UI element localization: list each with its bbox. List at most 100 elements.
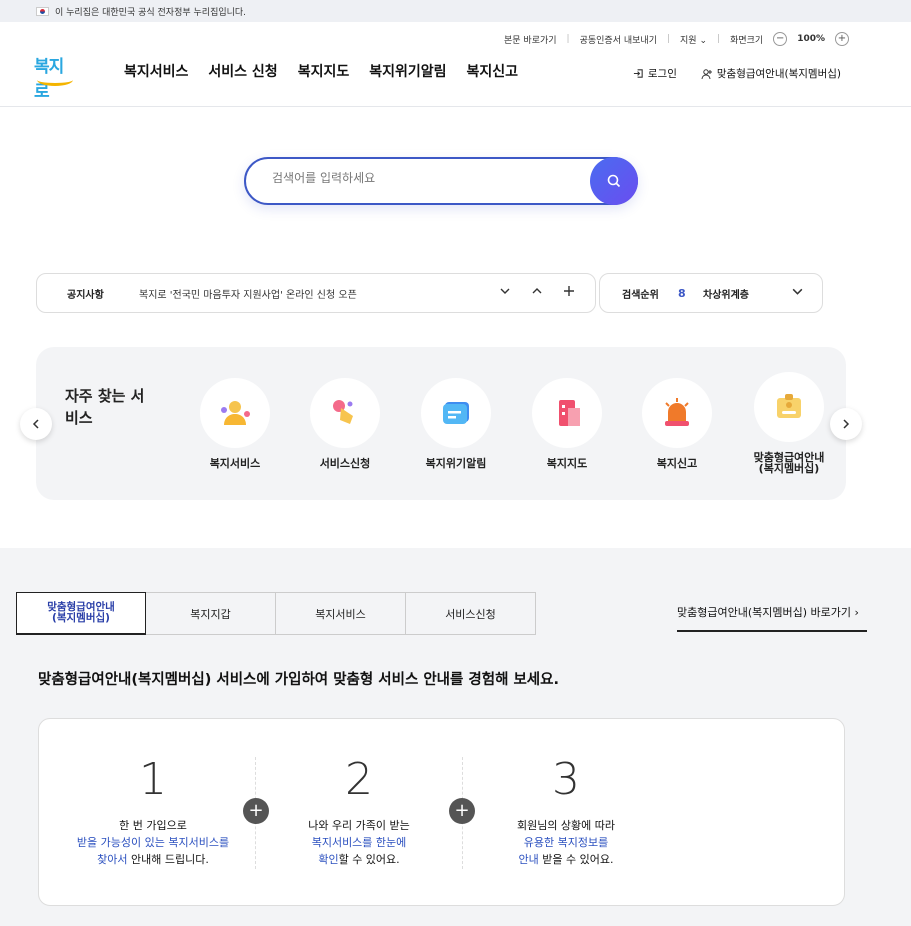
divider: | (666, 34, 671, 44)
membership-label: 맞춤형급여안내(복지멤버십) (716, 68, 841, 80)
tab-wallet[interactable]: 복지지갑 (146, 592, 276, 635)
service-item-apply[interactable]: 서비스신청 (295, 378, 395, 469)
nav-welfare-services[interactable]: 복지서비스 (124, 61, 188, 81)
step-1: 1 한 번 가입으로 받을 가능성이 있는 복지서비스를 찾아서 안내해 드립니… (53, 755, 253, 868)
step-highlight: 찾아서 (97, 853, 128, 866)
service-item-crisis-alert[interactable]: 복지위기알림 (406, 378, 506, 469)
step-line1: 나와 우리 가족이 받는 (308, 819, 410, 832)
divider: | (566, 34, 570, 44)
bokjiro-logo[interactable]: 복지로 (34, 52, 76, 102)
siren-icon (665, 398, 689, 426)
zoom-value: 100% (797, 34, 825, 44)
step-highlight: 확인 (318, 853, 339, 866)
rank-expand-button[interactable] (791, 285, 804, 302)
step-highlight: 복지서비스를 한눈에 (311, 836, 407, 849)
step-rest: 안내해 드립니다. (127, 853, 209, 866)
frequent-services-title: 자주 찾는 서비스 (65, 387, 145, 427)
login-icon (633, 69, 643, 78)
service-item-membership[interactable]: 맞춤형급여안내 (복지멤버십) (739, 372, 839, 474)
notice-prev-button[interactable] (531, 285, 543, 301)
search-rank-bar[interactable]: 검색순위 8 차상위계층 (599, 273, 823, 313)
step-text: 나와 우리 가족이 받는 복지서비스를 한눈에 확인할 수 있어요. (259, 817, 459, 868)
service-item-welfare-map[interactable]: 복지지도 (517, 378, 617, 469)
notice-more-button[interactable] (563, 285, 575, 301)
divider: | (717, 34, 721, 44)
step-highlight: 받을 가능성이 있는 복지서비스를 (76, 836, 230, 849)
chevron-right-icon (843, 419, 850, 429)
service-icon-circle (532, 378, 602, 448)
service-item-report[interactable]: 복지신고 (627, 378, 727, 469)
step-2: 2 나와 우리 가족이 받는 복지서비스를 한눈에 확인할 수 있어요. (259, 755, 459, 868)
login-label: 로그인 (647, 68, 677, 80)
search-icon (607, 174, 621, 188)
chevron-down-icon (500, 288, 510, 294)
membership-shortcut-link[interactable]: 맞춤형급여안내(복지멤버십) 바로가기 › (677, 604, 867, 632)
nav-welfare-report[interactable]: 복지신고 (467, 61, 519, 81)
support-dropdown[interactable]: 지원 ⌄ (680, 33, 707, 46)
step-line1: 한 번 가입으로 (119, 819, 187, 832)
zoom-in-button[interactable]: + (835, 32, 849, 46)
chat-icon (443, 402, 469, 424)
building-icon (559, 400, 580, 426)
service-label: 복지서비스 (209, 457, 261, 470)
utility-menu: 본문 바로가기 | 공동인증서 내보내기 | 지원 ⌄ | 화면크기 − 100… (504, 32, 849, 46)
step-rest: 할 수 있어요. (338, 853, 400, 866)
step-text: 회원님의 상황에 따라 유용한 복지정보를 안내 받을 수 있어요. (466, 817, 666, 868)
zoom-out-button[interactable]: − (773, 32, 788, 46)
rank-label: 검색순위 (622, 289, 659, 301)
notice-label: 공지사항 (67, 289, 104, 301)
step-highlight: 안내 (518, 853, 539, 866)
user-add-icon (701, 68, 712, 79)
tab-membership[interactable]: 맞춤형급여안내 (복지멤버십) (16, 592, 146, 635)
nav-crisis-alert[interactable]: 복지위기알림 (369, 61, 446, 81)
search-box (244, 157, 638, 205)
step-rest: 받을 수 있어요. (538, 853, 614, 866)
service-icon-circle (642, 378, 712, 448)
nav-welfare-map[interactable]: 복지지도 (298, 61, 350, 81)
step-3: 3 회원님의 상황에 따라 유용한 복지정보를 안내 받을 수 있어요. (466, 755, 666, 868)
chevron-left-icon (32, 419, 39, 429)
header-divider (0, 106, 911, 107)
service-icon-circle (200, 378, 270, 448)
hand-click-icon (333, 400, 353, 424)
step-text: 한 번 가입으로 받을 가능성이 있는 복지서비스를 찾아서 안내해 드립니다. (53, 817, 253, 868)
nav-service-apply[interactable]: 서비스 신청 (208, 61, 277, 81)
chevron-up-icon (532, 288, 542, 294)
logo-smile-icon (37, 74, 73, 86)
tab-welfare-services[interactable]: 복지서비스 (276, 592, 406, 635)
chevron-down-icon (792, 288, 803, 295)
login-link[interactable]: 로그인 (633, 66, 677, 81)
notice-next-button[interactable] (499, 285, 511, 301)
gov-banner: 이 누리집은 대한민국 공식 전자정부 누리집입니다. (0, 0, 911, 22)
main-nav: 복지서비스 서비스 신청 복지지도 복지위기알림 복지신고 (124, 61, 518, 81)
plus-icon (564, 286, 574, 296)
section-headline: 맞춤형급여안내(복지멤버십) 서비스에 가입하여 맞춤형 서비스 안내를 경험해… (38, 672, 559, 688)
gov-banner-text: 이 누리집은 대한민국 공식 전자정부 누리집입니다. (55, 7, 247, 18)
search-input[interactable] (272, 171, 572, 185)
step-line1: 회원님의 상황에 따라 (516, 819, 616, 832)
korea-flag-icon (36, 6, 49, 16)
zoom-label: 화면크기 (730, 35, 764, 46)
rank-number: 8 (678, 286, 686, 300)
account-menu: 로그인 맞춤형급여안내(복지멤버십) (633, 66, 841, 81)
people-icon (221, 401, 250, 425)
chevron-down-icon: ⌄ (699, 35, 708, 46)
step-number: 2 (345, 754, 373, 805)
notice-message[interactable]: 복지로 '전국민 마음투자 지원사업' 온라인 신청 오픈 (139, 286, 357, 301)
carousel-prev-button[interactable] (20, 408, 52, 440)
support-label: 지원 (680, 35, 697, 46)
rank-keyword[interactable]: 차상위계층 (703, 286, 749, 301)
skip-to-content-link[interactable]: 본문 바로가기 (504, 33, 557, 46)
step-highlight: 유용한 복지정보를 (523, 836, 609, 849)
service-label: 복지지도 (546, 457, 588, 470)
membership-link[interactable]: 맞춤형급여안내(복지멤버십) (701, 66, 841, 81)
tab-service-apply[interactable]: 서비스신청 (406, 592, 536, 635)
cert-export-link[interactable]: 공동인증서 내보내기 (580, 33, 657, 46)
membership-steps-card: 1 한 번 가입으로 받을 가능성이 있는 복지서비스를 찾아서 안내해 드립니… (38, 718, 845, 906)
service-label: 맞춤형급여안내 (복지멤버십) (753, 451, 825, 475)
search-button[interactable] (590, 157, 638, 205)
service-icon-circle (310, 378, 380, 448)
service-item-welfare[interactable]: 복지서비스 (185, 378, 285, 469)
service-label: 복지신고 (656, 457, 698, 470)
membership-tabs: 맞춤형급여안내 (복지멤버십) 복지지갑 복지서비스 서비스신청 (16, 592, 536, 635)
